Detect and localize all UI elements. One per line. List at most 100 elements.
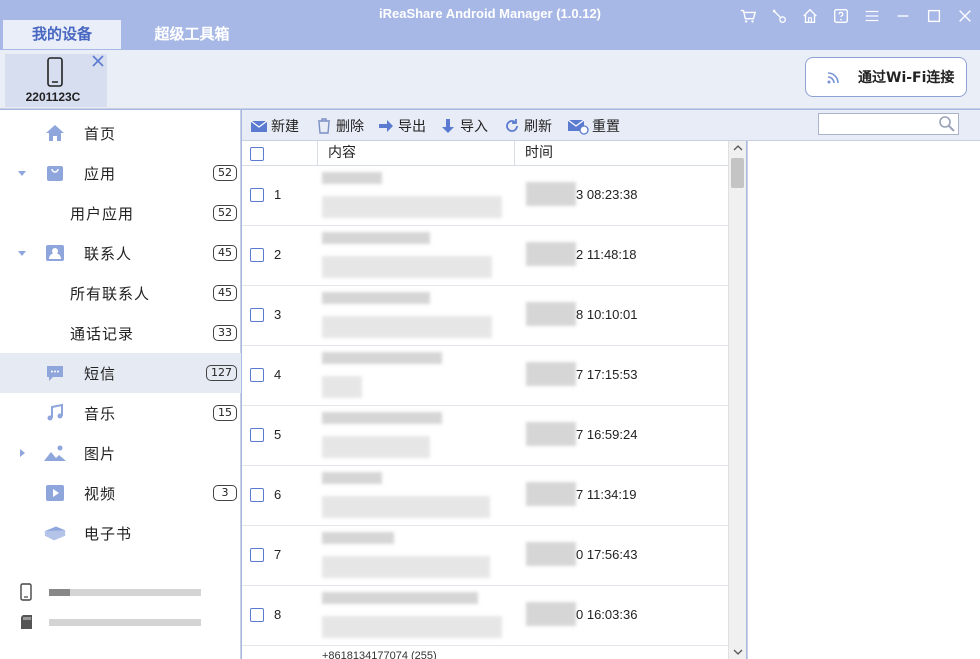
minimize-icon[interactable] (887, 0, 918, 32)
table-row[interactable]: 5 7 16:59:24 (242, 406, 728, 466)
table-row[interactable]: 1 3 08:23:38 (242, 166, 728, 226)
redacted-date (526, 362, 576, 386)
export-label: 导出 (398, 119, 426, 135)
scroll-down-icon[interactable] (733, 648, 743, 656)
table-row[interactable]: 2 2 11:48:18 (242, 226, 728, 286)
sidebar-item-label: 联系人 (84, 244, 133, 263)
sidebar-item-label: 用户应用 (70, 204, 135, 223)
music-icon (43, 401, 67, 425)
sidebar-item-call-log[interactable]: 通话记录 33 (0, 313, 241, 353)
sidebar-item-ebooks[interactable]: 电子书 (0, 513, 241, 553)
select-all-checkbox[interactable] (250, 147, 264, 161)
count-badge: 127 (206, 365, 237, 381)
sidebar-item-apps[interactable]: 应用 52 (0, 153, 241, 193)
key-icon[interactable] (763, 0, 794, 32)
row-checkbox[interactable] (250, 608, 264, 622)
row-checkbox[interactable] (250, 308, 264, 322)
new-button[interactable]: 新建 (250, 116, 299, 136)
table-scrollbar[interactable] (728, 141, 746, 659)
row-time: 7 16:59:24 (576, 427, 638, 442)
redacted-date (526, 542, 576, 566)
row-checkbox[interactable] (250, 548, 264, 562)
chevron-down-icon[interactable] (16, 167, 28, 179)
export-button[interactable]: 导出 (377, 116, 426, 136)
sidebar-item-home[interactable]: 首页 (0, 113, 241, 153)
row-checkbox[interactable] (250, 488, 264, 502)
row-index: 3 (274, 307, 282, 322)
table-row[interactable]: 6 7 11:34:19 (242, 466, 728, 526)
row-index: 8 (274, 607, 282, 622)
sidebar-item-sms[interactable]: 短信 127 (0, 353, 241, 393)
row-checkbox[interactable] (250, 368, 264, 382)
count-badge: 52 (213, 205, 237, 221)
row-time: 3 08:23:38 (576, 187, 638, 202)
home-icon (43, 121, 67, 145)
wifi-connect-button[interactable]: 通过Wi-Fi连接 (805, 57, 967, 97)
row-time: 7 17:15:53 (576, 367, 638, 382)
column-header-time[interactable]: 时间 (514, 141, 728, 166)
row-checkbox[interactable] (250, 248, 264, 262)
help-icon[interactable] (825, 0, 856, 32)
redacted-message (322, 616, 502, 638)
home-icon[interactable] (794, 0, 825, 32)
sidebar-item-contacts[interactable]: 联系人 45 (0, 233, 241, 273)
phone-storage-icon (20, 583, 32, 601)
redacted-date (526, 482, 576, 506)
mail-reset-icon (567, 119, 589, 135)
sidebar-item-music[interactable]: 音乐 15 (0, 393, 241, 433)
message-detail-pane (747, 141, 980, 659)
close-icon[interactable] (949, 0, 980, 32)
scrollbar-thumb[interactable] (731, 158, 744, 188)
table-row[interactable]: 3 8 10:10:01 (242, 286, 728, 346)
cart-icon[interactable] (732, 0, 763, 32)
sd-card-icon (21, 615, 32, 629)
phone-icon (47, 57, 63, 87)
refresh-label: 刷新 (524, 119, 552, 135)
redacted-sender (322, 172, 382, 184)
reset-label: 重置 (592, 119, 620, 135)
maximize-icon[interactable] (918, 0, 949, 32)
device-card[interactable]: 2201123C (5, 54, 107, 107)
sidebar-item-video[interactable]: 视频 3 (0, 473, 241, 513)
table-row[interactable]: 4 7 17:15:53 (242, 346, 728, 406)
column-header-content[interactable]: 内容 (317, 141, 514, 166)
chevron-right-icon[interactable] (16, 447, 28, 459)
redacted-date (526, 602, 576, 626)
search-icon[interactable] (937, 115, 957, 133)
search-box[interactable] (818, 113, 959, 135)
search-input[interactable] (819, 114, 934, 134)
table-row[interactable]: 8 0 16:03:36 (242, 586, 728, 646)
scroll-up-icon[interactable] (733, 144, 743, 152)
tab-my-device[interactable]: 我的设备 (3, 20, 121, 49)
refresh-button[interactable]: 刷新 (503, 116, 552, 136)
sidebar: 首页 应用 52 用户应用 52 联系人 45 所有联系人 45 通话记录 33… (0, 110, 241, 659)
row-checkbox[interactable] (250, 428, 264, 442)
reset-button[interactable]: 重置 (567, 116, 620, 136)
sidebar-item-photos[interactable]: 图片 (0, 433, 241, 473)
sidebar-item-all-contacts[interactable]: 所有联系人 45 (0, 273, 241, 313)
redacted-sender (322, 532, 394, 544)
phone-storage-bar (49, 588, 201, 596)
redacted-date (526, 182, 576, 206)
chevron-down-icon[interactable] (16, 247, 28, 259)
arrow-right-icon (379, 120, 393, 132)
menu-icon[interactable] (856, 0, 887, 32)
redacted-message (322, 376, 362, 398)
window-controls (732, 0, 980, 32)
import-button[interactable]: 导入 (439, 116, 488, 136)
row-checkbox[interactable] (250, 188, 264, 202)
table-row[interactable]: 7 0 17:56:43 (242, 526, 728, 586)
tab-toolbox[interactable]: 超级工具箱 (122, 20, 262, 49)
contact-icon (43, 241, 67, 265)
book-icon (43, 521, 67, 545)
row-time: 2 11:48:18 (576, 247, 637, 262)
wifi-connect-label: 通过Wi-Fi连接 (858, 70, 955, 86)
redacted-message (322, 496, 490, 518)
redacted-sender (322, 592, 478, 604)
device-close-icon[interactable] (91, 54, 105, 68)
redacted-date (526, 302, 576, 326)
arrow-down-icon (442, 119, 454, 133)
sidebar-item-user-apps[interactable]: 用户应用 52 (0, 193, 241, 233)
delete-button[interactable]: 删除 (315, 116, 364, 136)
row-index: 1 (274, 187, 282, 202)
